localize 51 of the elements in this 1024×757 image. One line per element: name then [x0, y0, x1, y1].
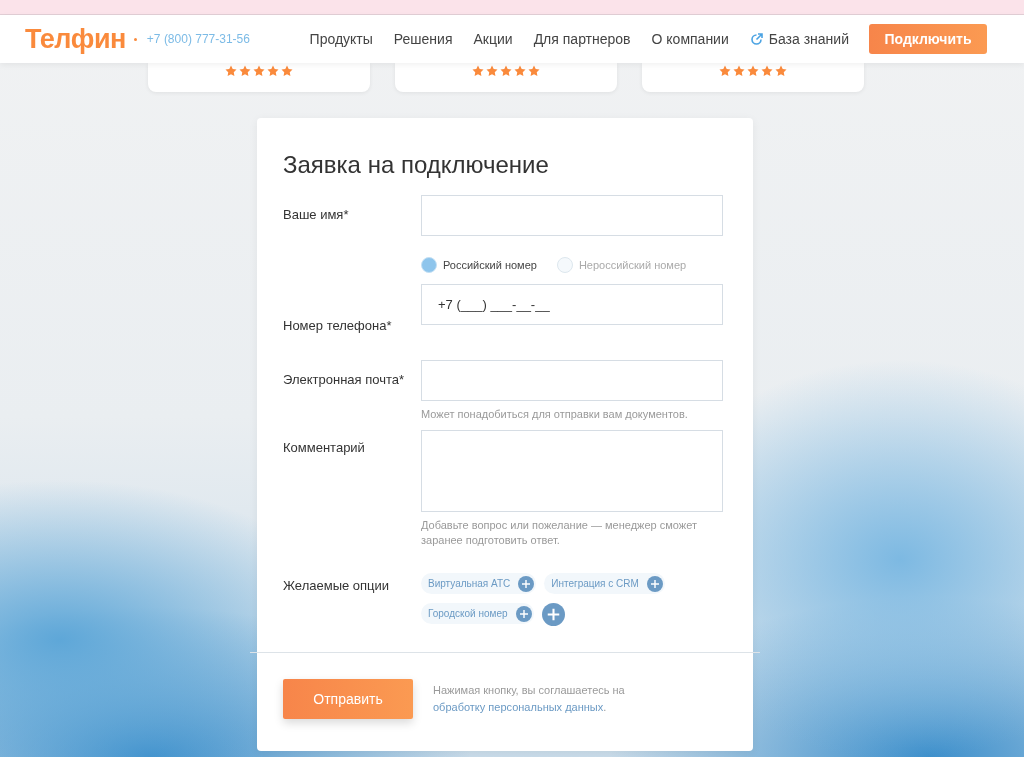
field-label: Электронная почта* — [283, 371, 406, 389]
external-link-icon — [749, 32, 763, 46]
field-label: Ваше имя* — [283, 206, 350, 224]
field-label: Желаемые опции — [283, 577, 391, 595]
submit-button[interactable]: Отправить — [283, 679, 413, 719]
radio-icon[interactable] — [556, 257, 573, 273]
phone-field[interactable]: +7 (___) ___-__-__ — [421, 284, 723, 325]
plus-icon[interactable] — [515, 605, 532, 622]
field-hint: Добавьте вопрос или пожелание — менеджер сможет заранее подготовить ответ. — [421, 518, 698, 548]
radio-icon[interactable] — [421, 257, 437, 273]
phone-type-option[interactable]: Нероссийский номер — [556, 257, 687, 273]
nav-link[interactable]: О компании — [651, 31, 729, 47]
nav-link[interactable]: Для партнеров — [533, 31, 631, 47]
star-icon — [281, 65, 293, 77]
nav-link[interactable]: Акции — [473, 31, 513, 47]
star-icon — [528, 65, 540, 77]
star-icon — [225, 65, 237, 77]
nav-link[interactable]: Решения — [393, 31, 453, 47]
form-title: Заявка на подключение — [283, 151, 550, 179]
star-icon — [733, 65, 745, 77]
email-field[interactable] — [421, 360, 723, 401]
plus-icon[interactable] — [518, 575, 535, 592]
option-chip[interactable]: Интеграция с CRM — [544, 573, 665, 594]
star-icon — [761, 65, 773, 77]
connect-button[interactable]: Подключить — [869, 24, 987, 54]
dot-icon — [133, 37, 137, 41]
star-icon — [500, 65, 512, 77]
add-option-icon[interactable] — [541, 603, 565, 626]
consent-text: Нажимая кнопку, вы соглашаетесь на обработку персональных данных. — [433, 683, 626, 715]
star-icon — [472, 65, 484, 77]
option-chip[interactable]: Виртуальная АТС — [421, 573, 537, 594]
plus-icon[interactable] — [646, 575, 663, 592]
star-icon — [719, 65, 731, 77]
field-label: Комментарий — [283, 439, 366, 457]
logo[interactable]: Телфин — [25, 23, 126, 55]
field-label: Номер телефона* — [283, 317, 393, 333]
star-icon — [486, 65, 498, 77]
star-icon — [775, 65, 787, 77]
nav-link[interactable]: База знаний — [749, 31, 849, 47]
phone-type-option[interactable]: Российский номер — [421, 257, 537, 273]
phone-number[interactable]: +7 (800) 777-31-56 — [146, 32, 250, 46]
star-icon — [239, 65, 251, 77]
star-icon — [267, 65, 279, 77]
comment-field[interactable] — [421, 430, 723, 512]
field-hint: Может понадобиться для отправки вам документов. — [421, 407, 689, 422]
option-chip[interactable]: Городской номер — [421, 603, 534, 624]
star-icon — [514, 65, 526, 77]
name-field[interactable] — [421, 195, 723, 236]
star-icon — [253, 65, 265, 77]
nav-link[interactable]: Продукты — [309, 31, 373, 47]
star-icon — [747, 65, 759, 77]
